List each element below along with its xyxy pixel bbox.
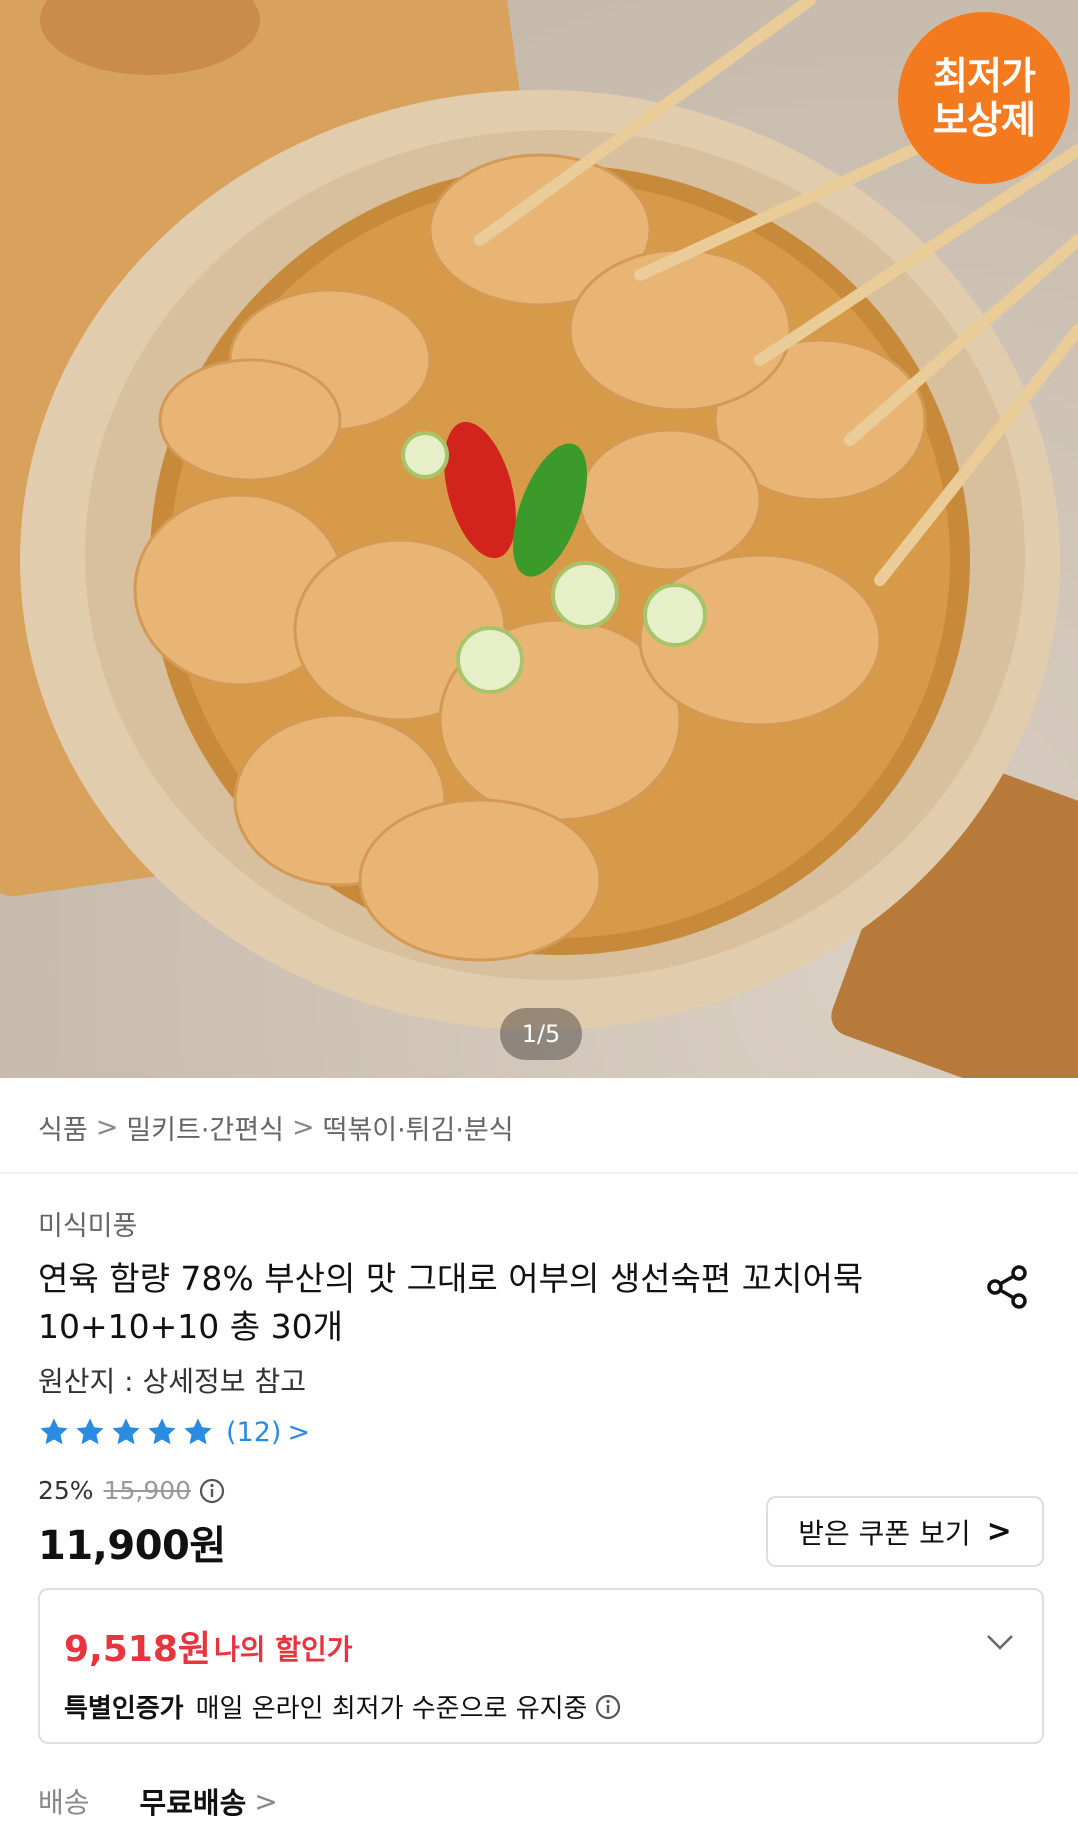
section-divider	[0, 1172, 1078, 1174]
star-icon	[76, 1418, 104, 1445]
breadcrumb-item-food[interactable]: 식품	[38, 1108, 88, 1147]
shipping-row[interactable]: 배송 무료배송 >	[38, 1780, 278, 1822]
info-icon[interactable]	[199, 1478, 225, 1504]
brand-name[interactable]: 미식미풍	[38, 1204, 137, 1243]
coupon-button-label: 받은 쿠폰 보기	[798, 1516, 971, 1550]
breadcrumb-item-snack[interactable]: 떡볶이·튀김·분식	[323, 1108, 514, 1147]
discount-rate: 25%	[38, 1476, 94, 1505]
rating-summary[interactable]: (12) >	[38, 1416, 310, 1448]
chevron-right-icon: >	[291, 1112, 315, 1143]
chevron-right-icon: >	[95, 1112, 119, 1143]
chevron-right-icon: >	[986, 1514, 1012, 1549]
my-discount-box[interactable]: 9,518원 나의 할인가 특별인증가 매일 온라인 최저가 수준으로 유지중	[38, 1588, 1044, 1744]
badge-line2: 보상제	[933, 98, 1036, 142]
star-rating	[38, 1416, 218, 1448]
badge-line1: 최저가	[933, 54, 1036, 98]
breadcrumb: 식품 > 밀키트·간편식 > 떡볶이·튀김·분식	[38, 1108, 514, 1147]
certified-price-badge: 특별인증가	[64, 1694, 184, 1724]
certified-price-line: 특별인증가 매일 온라인 최저가 수준으로 유지중	[64, 1688, 621, 1725]
sale-price: 11,900원	[38, 1523, 226, 1569]
origin-info: 원산지 : 상세정보 참고	[38, 1365, 306, 1398]
chevron-down-icon[interactable]	[982, 1624, 1018, 1660]
my-discount-price: 9,518원	[64, 1629, 211, 1670]
discount-row: 25% 15,900	[38, 1476, 225, 1505]
shipping-value: 무료배송	[139, 1786, 247, 1820]
star-icon	[148, 1418, 176, 1445]
info-icon[interactable]	[595, 1694, 621, 1720]
chevron-right-icon: >	[287, 1416, 311, 1448]
star-icon	[112, 1418, 140, 1445]
star-icon	[40, 1418, 68, 1445]
chevron-right-icon: >	[254, 1784, 278, 1818]
shipping-label: 배송	[38, 1786, 90, 1819]
lowest-price-guarantee-badge: 최저가 보상제	[898, 12, 1070, 184]
view-coupons-button[interactable]: 받은 쿠폰 보기 >	[766, 1496, 1044, 1567]
original-price: 15,900	[103, 1476, 192, 1505]
product-title: 연육 함량 78% 부산의 맛 그대로 어부의 생선숙편 꼬치어묵 10+10+…	[38, 1259, 864, 1346]
product-image[interactable]: 최저가 보상제 1/5	[0, 0, 1078, 1078]
certified-price-text: 매일 온라인 최저가 수준으로 유지중	[195, 1694, 588, 1724]
product-photo-illustration	[0, 0, 1078, 1078]
image-pager: 1/5	[500, 1008, 582, 1060]
breadcrumb-item-mealkit[interactable]: 밀키트·간편식	[126, 1108, 284, 1147]
share-icon[interactable]	[985, 1264, 1029, 1310]
review-count[interactable]: (12)	[226, 1417, 281, 1448]
my-discount-label: 나의 할인가	[214, 1633, 353, 1666]
star-icon	[184, 1418, 212, 1445]
